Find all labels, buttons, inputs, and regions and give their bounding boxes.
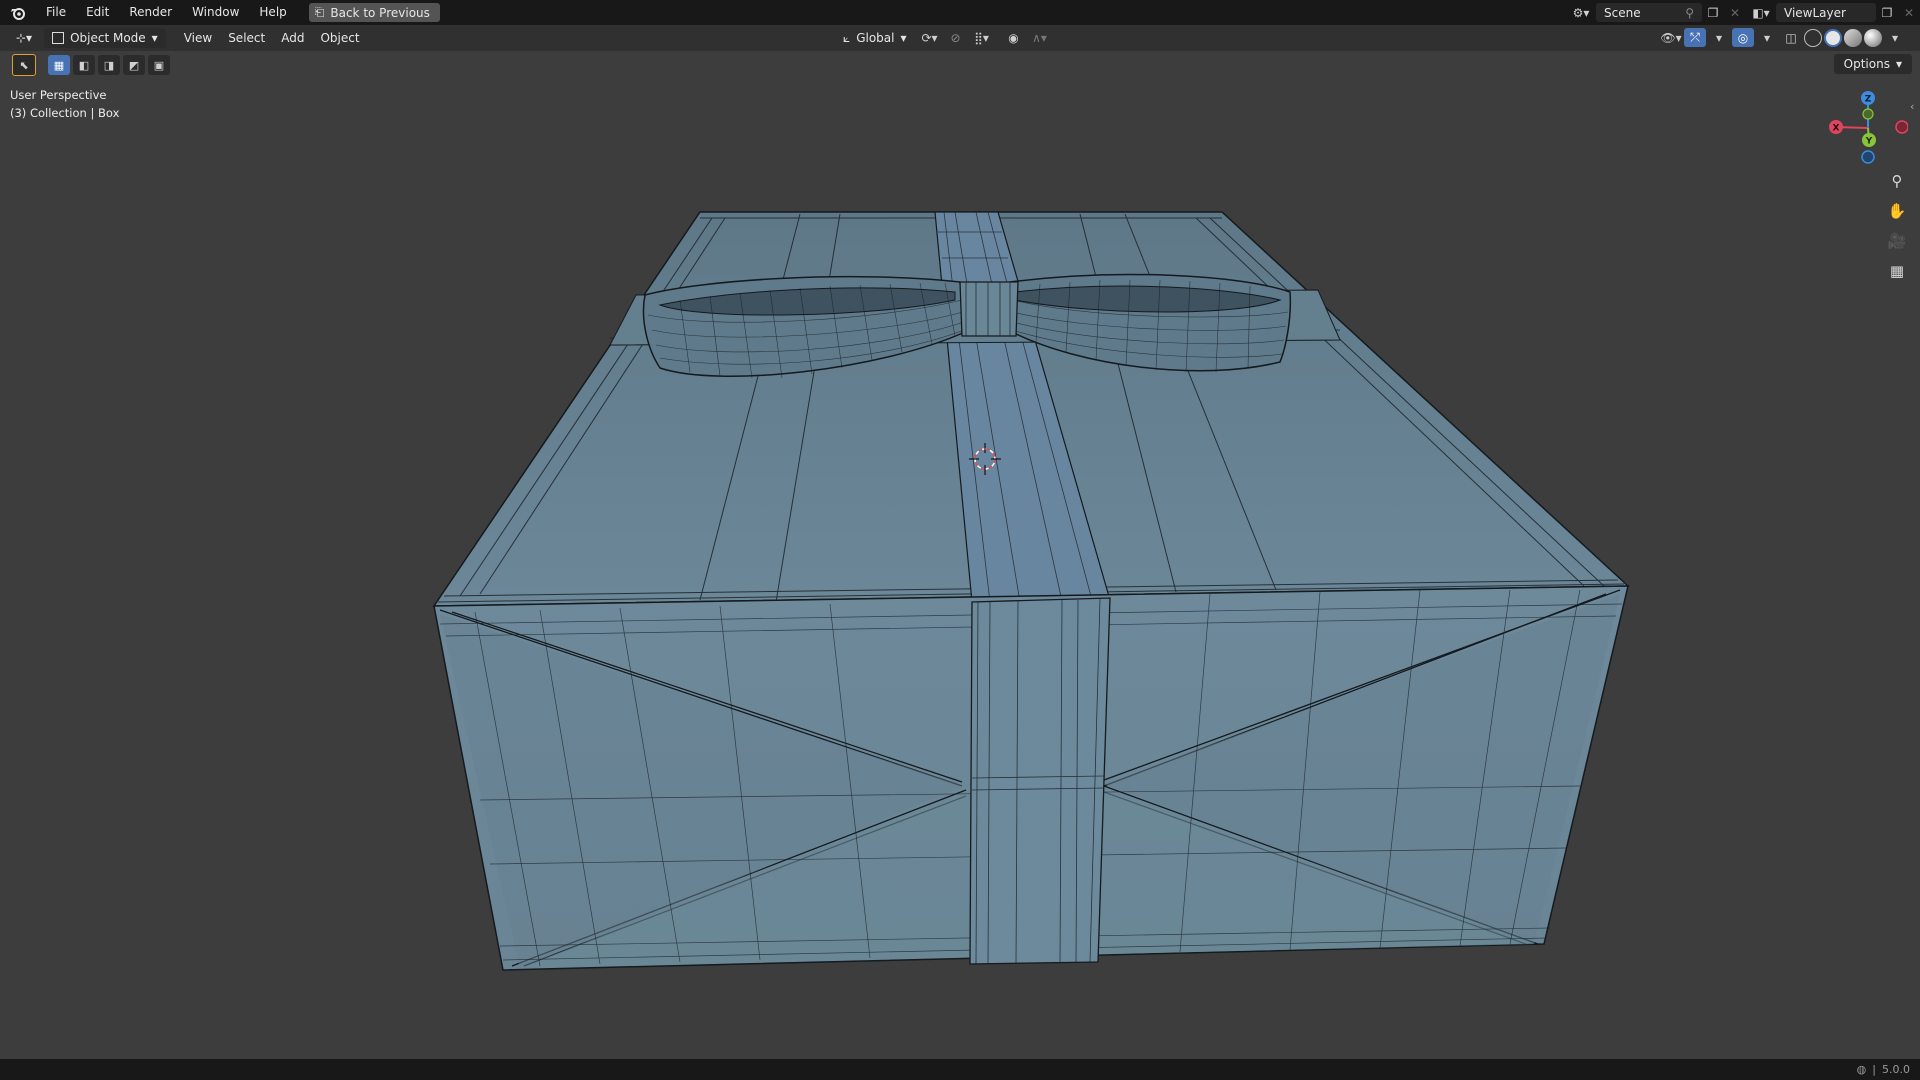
proportional-edit-icon[interactable]: ◉ (1003, 29, 1025, 48)
view-layer-icon[interactable]: ◧▾ (1746, 3, 1776, 22)
scene-icon[interactable]: ⚙▾ (1566, 3, 1596, 22)
mode-label: Object Mode (70, 31, 146, 45)
select-tool-icon[interactable]: ⬉ (12, 54, 36, 76)
collection-label: (3) Collection | Box (10, 106, 120, 120)
mode-dropdown[interactable]: Object Mode ▾ (44, 28, 166, 48)
grid-view-icon[interactable]: ▦ (1883, 257, 1911, 285)
options-label: Options (1843, 57, 1890, 71)
wireframe-shading-icon[interactable] (1804, 28, 1822, 47)
ribbon-front-strip (969, 597, 1111, 965)
pivot-icon[interactable]: ⟳▾ (919, 29, 941, 48)
top-menu-bar: File Edit Render Window Help ⎗ Back to P… (0, 0, 1920, 25)
view-layer-name: ViewLayer (1784, 5, 1846, 20)
collapse-sidebar-icon[interactable]: ‹ (1910, 100, 1914, 113)
neg-z-axis-handle (1861, 150, 1875, 164)
orientation-icon: ⟀ (843, 30, 851, 45)
neg-y-axis-handle (1862, 108, 1874, 120)
viewport-3d-scene[interactable] (0, 0, 1920, 1080)
back-icon: ⎗ (314, 5, 325, 19)
delete-view-layer-icon[interactable]: ✕ (1898, 3, 1920, 22)
zoom-icon[interactable]: ⚲ (1883, 167, 1911, 195)
editor-type-button[interactable]: ⊹▾ (8, 28, 40, 48)
version-separator: | (1872, 1063, 1876, 1076)
tool-row: ⬉ ▦ ◧ ◨ ◩ ▣ (12, 54, 170, 76)
chevron-down-icon: ▾ (900, 31, 907, 45)
falloff-icon[interactable]: ∧▾ (1029, 29, 1051, 48)
delete-scene-icon[interactable]: ✕ (1724, 3, 1746, 22)
viewport-header: ⊹▾ Object Mode ▾ View Select Add Object … (0, 25, 1920, 51)
menu-add[interactable]: Add (273, 28, 312, 48)
pin-icon[interactable]: ⚲ (1685, 6, 1694, 20)
view-name-label: User Perspective (10, 88, 107, 102)
object-mode-icon (52, 32, 65, 44)
globe-icon: ◍ (1856, 1063, 1867, 1076)
menu-object[interactable]: Object (312, 28, 367, 48)
view-layer-field[interactable]: ViewLayer (1776, 3, 1876, 22)
new-scene-icon[interactable]: ❐ (1702, 3, 1724, 22)
viewport-info: User Perspective (3) Collection | Box (10, 86, 119, 122)
menu-select[interactable]: Select (220, 28, 273, 48)
select-subtract-icon[interactable]: ◨ (98, 55, 120, 75)
neg-x-axis-handle (1895, 120, 1908, 134)
menu-file[interactable]: File (36, 0, 76, 25)
back-to-previous-button[interactable]: ⎗ Back to Previous (308, 3, 440, 22)
orientation-dropdown[interactable]: ⟀ Global ▾ (835, 28, 915, 48)
orientation-label: Global (856, 31, 895, 45)
viewport-display-tools: 👁▾ ⤱ ▾ ◎ ▾ ◫ ▾ (1660, 28, 1906, 47)
overlays-dropdown-icon[interactable]: ▾ (1756, 28, 1778, 47)
navigation-gizmo[interactable]: Z X Y (1818, 88, 1908, 168)
menu-help[interactable]: Help (249, 0, 296, 25)
new-view-layer-icon[interactable]: ❐ (1876, 3, 1898, 22)
camera-icon[interactable]: 🎥 (1883, 227, 1911, 255)
snap-target-icon[interactable]: ⣿▾ (971, 29, 993, 48)
scene-name: Scene (1604, 5, 1641, 20)
version-label: 5.0.0 (1882, 1063, 1910, 1076)
select-new-icon[interactable]: ▦ (48, 55, 70, 75)
overlays-toggle-icon[interactable]: ◎ (1732, 28, 1754, 47)
scene-selector-group: ⚙▾ Scene ⚲ ❐ ✕ ◧▾ ViewLayer ❐ ✕ (1566, 0, 1920, 25)
select-extend-icon[interactable]: ◧ (73, 55, 95, 75)
y-axis-label: Y (1865, 137, 1873, 147)
shading-dropdown-icon[interactable]: ▾ (1884, 28, 1906, 47)
x-axis-label: X (1833, 124, 1840, 134)
menu-render[interactable]: Render (119, 0, 182, 25)
material-shading-icon[interactable] (1844, 28, 1862, 47)
gizmo-dropdown-icon[interactable]: ▾ (1708, 28, 1730, 47)
status-bar: ◍ | 5.0.0 (0, 1059, 1920, 1080)
blender-logo-icon[interactable] (0, 0, 36, 25)
z-axis-label: Z (1865, 95, 1872, 105)
rendered-shading-icon[interactable] (1864, 28, 1882, 47)
visibility-icon[interactable]: 👁▾ (1660, 28, 1682, 47)
options-dropdown[interactable]: Options ▾ (1833, 54, 1912, 74)
select-invert-icon[interactable]: ◩ (123, 55, 145, 75)
menu-edit[interactable]: Edit (76, 0, 119, 25)
editor-type-icon: ⊹▾ (16, 31, 33, 45)
bow-knot (959, 281, 1019, 337)
back-to-previous-label: Back to Previous (330, 5, 430, 20)
solid-shading-icon[interactable] (1824, 28, 1842, 47)
scene-field[interactable]: Scene ⚲ (1596, 3, 1702, 22)
gizmo-toggle-icon[interactable]: ⤱ (1684, 28, 1706, 47)
xray-toggle-icon[interactable]: ◫ (1780, 28, 1802, 47)
pan-hand-icon[interactable]: ✋ (1883, 197, 1911, 225)
snap-icon[interactable]: ⊘ (945, 29, 967, 48)
select-intersect-icon[interactable]: ▣ (148, 55, 170, 75)
menu-window[interactable]: Window (182, 0, 249, 25)
transform-tools: ⟀ Global ▾ ⟳▾ ⊘ ⣿▾ ◉ ∧▾ (835, 28, 1051, 48)
chevron-down-icon: ▾ (151, 31, 158, 45)
menu-view[interactable]: View (176, 28, 220, 48)
chevron-down-icon: ▾ (1895, 57, 1902, 71)
